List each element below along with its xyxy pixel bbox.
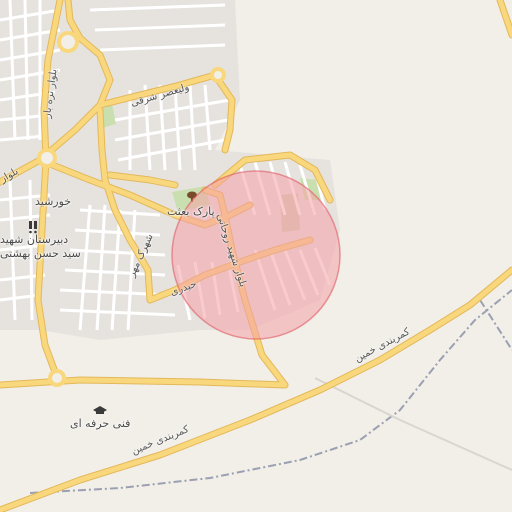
highlight-circle <box>171 170 341 340</box>
roundabout-north <box>57 31 79 53</box>
roundabout-east <box>210 67 226 83</box>
poi-label-school-line1: دبیرستان شهید <box>0 233 69 246</box>
map-view[interactable]: پارک بعثت خورشید دبیرستان شهید سید حسن ب… <box>0 0 512 512</box>
poi-label-vocational: فنی حرفه ای <box>70 417 131 430</box>
poi-label-school-line2: سید حسن بهشتی <box>0 247 81 260</box>
roundabout-south <box>48 369 66 387</box>
poi-label-khorshid: خورشید <box>35 195 72 208</box>
poi-label-park: پارک بعثت <box>167 205 215 218</box>
roundabout-west <box>37 148 57 168</box>
